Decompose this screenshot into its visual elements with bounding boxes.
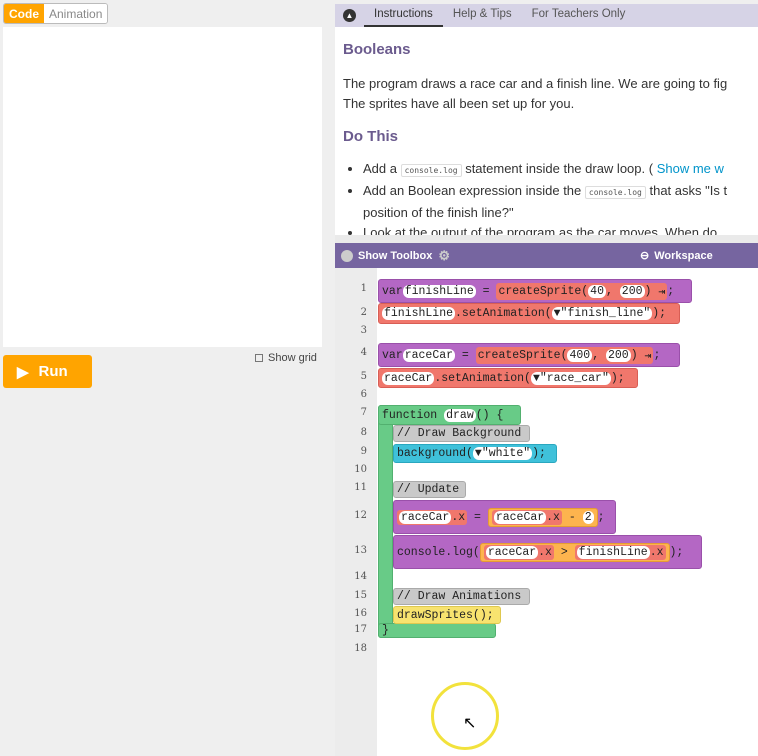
workspace-header: Show Toolbox ⚙ ⊖ Workspace xyxy=(335,243,758,268)
line-number: 13 xyxy=(354,545,367,556)
drawsprites-block[interactable]: drawSprites(); xyxy=(393,606,501,624)
visualization-canvas xyxy=(3,27,322,347)
setanimation-racecar-block[interactable]: raceCar .setAnimation(▼"race_car"); xyxy=(378,368,638,388)
line-number: 16 xyxy=(354,608,367,619)
background-block[interactable]: background(▼"white"); xyxy=(393,444,557,463)
tab-instructions[interactable]: Instructions xyxy=(364,4,443,27)
task-item: Add a console.log statement inside the d… xyxy=(363,159,750,181)
line-number: 7 xyxy=(360,407,367,418)
mouse-pointer-icon: ↖ xyxy=(463,715,477,732)
task-item: Add an Boolean expression inside the con… xyxy=(363,181,750,223)
var-finishline-block[interactable]: var finishLine = createSprite(40, 200) ⇥… xyxy=(378,279,692,303)
line-number: 17 xyxy=(354,624,367,635)
panel-resize-handle[interactable] xyxy=(335,235,758,243)
line-number: 8 xyxy=(360,427,367,438)
comment-block[interactable]: // Draw Background xyxy=(393,425,530,442)
show-toolbox-icon[interactable] xyxy=(341,249,353,262)
instructions-title: Booleans xyxy=(343,41,411,58)
comment-block[interactable]: // Update xyxy=(393,481,466,498)
line-number: 11 xyxy=(354,482,367,493)
assign-racecar-x-block[interactable]: raceCar .x = raceCar .x - 2; xyxy=(393,500,616,534)
play-icon: ▶ xyxy=(17,363,29,381)
line-number: 2 xyxy=(360,307,367,318)
line-number: 12 xyxy=(354,510,367,521)
gear-icon[interactable]: ⚙ xyxy=(438,248,450,264)
task-item: Look at the output of the program as the… xyxy=(363,223,750,235)
line-number: 5 xyxy=(360,371,367,382)
line-number: 4 xyxy=(360,347,367,358)
show-grid-checkbox[interactable]: Show grid xyxy=(255,352,317,364)
console-log-block[interactable]: console.log(raceCar .x > finishLine .x); xyxy=(393,535,702,569)
line-number: 3 xyxy=(360,325,367,336)
code-animation-toggle: Code Animation xyxy=(3,3,109,24)
instructions-tabs: ▲ Instructions Help & Tips For Teachers … xyxy=(335,4,758,27)
show-toolbox-button[interactable]: Show Toolbox xyxy=(358,250,432,262)
line-number: 1 xyxy=(360,283,367,294)
show-me-link[interactable]: Show me w xyxy=(657,161,724,176)
function-body-bar xyxy=(378,405,393,638)
link-icon: ⊖ xyxy=(640,250,650,262)
workspace-title: Workspace xyxy=(654,249,713,262)
do-this-heading: Do This xyxy=(343,128,398,145)
line-number: 18 xyxy=(354,643,367,654)
tab-code[interactable]: Code xyxy=(4,4,44,23)
instructions-panel: Booleans The program draws a race car an… xyxy=(335,27,758,235)
line-number: 9 xyxy=(360,446,367,457)
function-draw-block[interactable]: function draw() { xyxy=(378,405,521,425)
task-list: Add a console.log statement inside the d… xyxy=(343,159,750,235)
comment-block[interactable]: // Draw Animations xyxy=(393,588,530,605)
line-number: 10 xyxy=(354,464,367,475)
line-number: 14 xyxy=(354,571,367,582)
tab-animation[interactable]: Animation xyxy=(44,4,108,23)
checkbox-icon xyxy=(255,354,263,362)
run-button[interactable]: ▶ Run xyxy=(3,355,92,388)
intro-text: The program draws a race car and a finis… xyxy=(343,76,728,111)
var-racecar-block[interactable]: var raceCar = createSprite(400, 200) ⇥; xyxy=(378,343,680,367)
line-number: 6 xyxy=(360,389,367,400)
function-end-block: } xyxy=(378,623,496,638)
setanimation-finishline-block[interactable]: finishLine .setAnimation(▼"finish_line"); xyxy=(378,303,680,324)
line-number: 15 xyxy=(354,590,367,601)
collapse-icon[interactable]: ▲ xyxy=(343,9,356,22)
tab-help-tips[interactable]: Help & Tips xyxy=(443,4,522,27)
tab-teachers[interactable]: For Teachers Only xyxy=(522,4,636,27)
